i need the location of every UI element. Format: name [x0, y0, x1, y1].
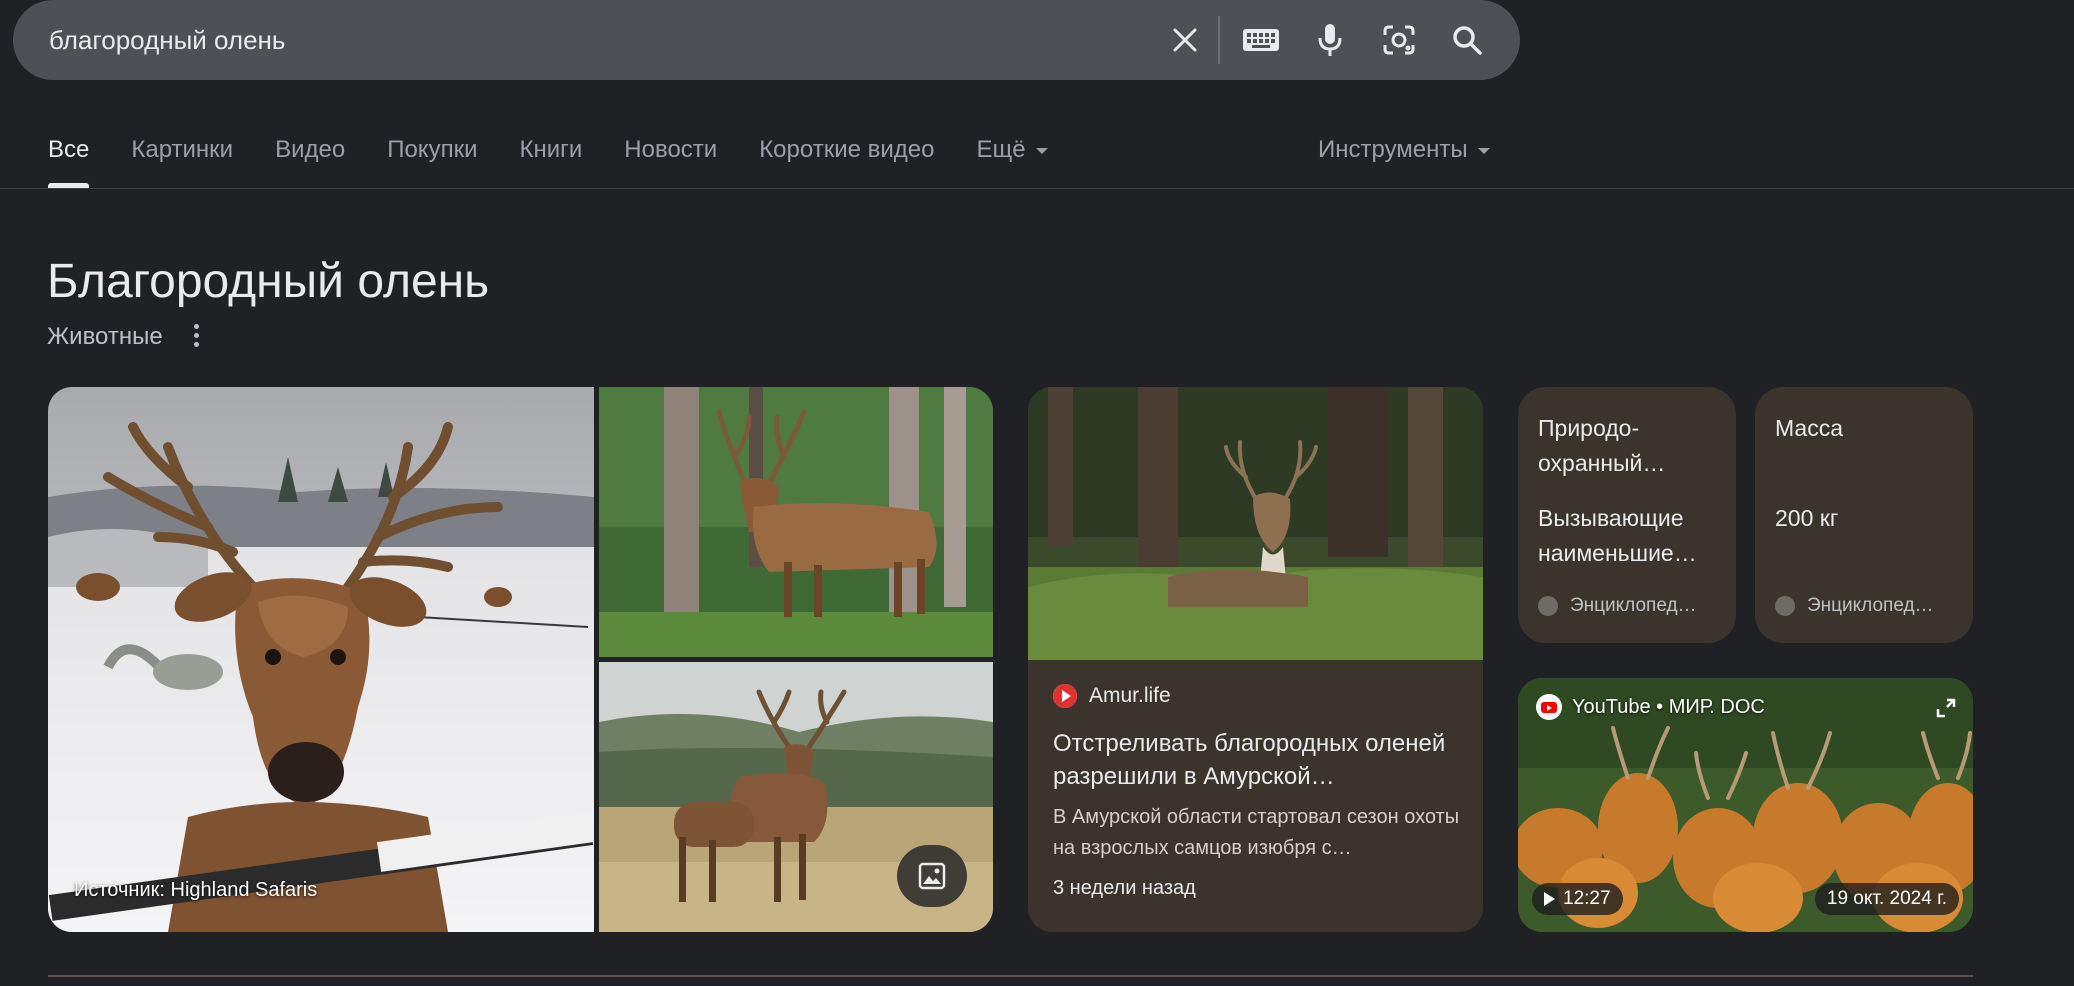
video-source-label: YouTube • МИР. DOC [1572, 695, 1765, 718]
search-bar[interactable]: благородный олень [13, 0, 1520, 80]
news-card[interactable]: Amur.life Отстреливать благородных олене… [1028, 387, 1483, 932]
image-source-label: Источник: Highland Safaris [74, 879, 318, 901]
fact-source: Энциклопед… [1775, 595, 1934, 617]
news-thumbnail [1028, 387, 1483, 660]
fact-value: Вызывающие наименьшие… [1538, 505, 1697, 566]
news-source: Amur.life [1053, 684, 1171, 708]
search-tabs: Все Картинки Видео Покупки Книги Новости… [48, 130, 1090, 190]
play-icon [1544, 892, 1555, 906]
search-divider [1218, 16, 1220, 64]
entity-subtitle: Животные [47, 323, 163, 350]
video-source: YouTube • МИР. DOC [1536, 694, 1765, 720]
tools-button[interactable]: Инструменты [1318, 130, 1490, 170]
tab-books[interactable]: Книги [519, 130, 582, 188]
deer-photo-forest[interactable] [599, 387, 993, 657]
image-search-button[interactable] [897, 845, 967, 907]
fact-source-label: Энциклопед… [1570, 595, 1697, 616]
fact-label: Природо-охранный… [1538, 415, 1666, 476]
lens-icon[interactable] [1377, 18, 1421, 62]
video-duration-badge: 12:27 [1532, 883, 1623, 915]
chevron-down-icon [1477, 147, 1490, 154]
video-duration: 12:27 [1563, 888, 1611, 909]
globe-icon [1538, 596, 1558, 616]
search-icon[interactable] [1445, 18, 1489, 62]
fact-card-conservation[interactable]: Природо-охранный… Вызывающие наименьшие…… [1518, 387, 1736, 643]
news-title[interactable]: Отстреливать благородных оленей разрешил… [1053, 727, 1463, 793]
close-icon[interactable] [1163, 18, 1207, 62]
video-date: 19 окт. 2024 г. [1826, 888, 1947, 909]
tabs-divider [0, 188, 2074, 189]
video-card[interactable]: YouTube • МИР. DOC 12:27 19 окт. 2024 г. [1518, 678, 1973, 932]
tab-more[interactable]: Ещё [976, 130, 1048, 188]
news-snippet: В Амурской области стартовал сезон охоты… [1053, 806, 1460, 859]
fact-card-mass[interactable]: Масса 200 кг Энциклопед… [1755, 387, 1973, 643]
image-icon [918, 862, 946, 890]
globe-icon [1775, 596, 1795, 616]
fact-source-label: Энциклопед… [1807, 595, 1934, 616]
search-input[interactable]: благородный олень [49, 22, 285, 58]
tab-shopping[interactable]: Покупки [387, 130, 477, 188]
tab-images[interactable]: Картинки [131, 130, 233, 188]
deer-photo-main[interactable]: Источник: Highland Safaris [48, 387, 594, 932]
news-timestamp: 3 недели назад [1053, 877, 1196, 899]
fact-source: Энциклопед… [1538, 595, 1697, 617]
youtube-logo-icon [1536, 694, 1562, 720]
amur-life-logo-icon [1053, 684, 1077, 708]
fact-value: 200 кг [1775, 505, 1839, 531]
mic-icon[interactable] [1308, 18, 1352, 62]
expand-icon[interactable] [1936, 698, 1956, 718]
tab-all[interactable]: Все [48, 130, 90, 188]
more-options-icon[interactable] [184, 320, 208, 350]
chevron-down-icon [1035, 147, 1048, 154]
image-grid: Источник: Highland Safaris [48, 387, 993, 932]
fact-label: Масса [1775, 415, 1844, 441]
video-date-badge: 19 окт. 2024 г. [1814, 883, 1959, 915]
tab-short-videos[interactable]: Короткие видео [759, 130, 934, 188]
keyboard-icon[interactable] [1239, 18, 1283, 62]
tab-videos[interactable]: Видео [275, 130, 345, 188]
entity-title: Благородный олень [47, 255, 490, 308]
section-divider [48, 975, 1973, 977]
news-source-name: Amur.life [1089, 684, 1171, 707]
tab-news[interactable]: Новости [624, 130, 717, 188]
